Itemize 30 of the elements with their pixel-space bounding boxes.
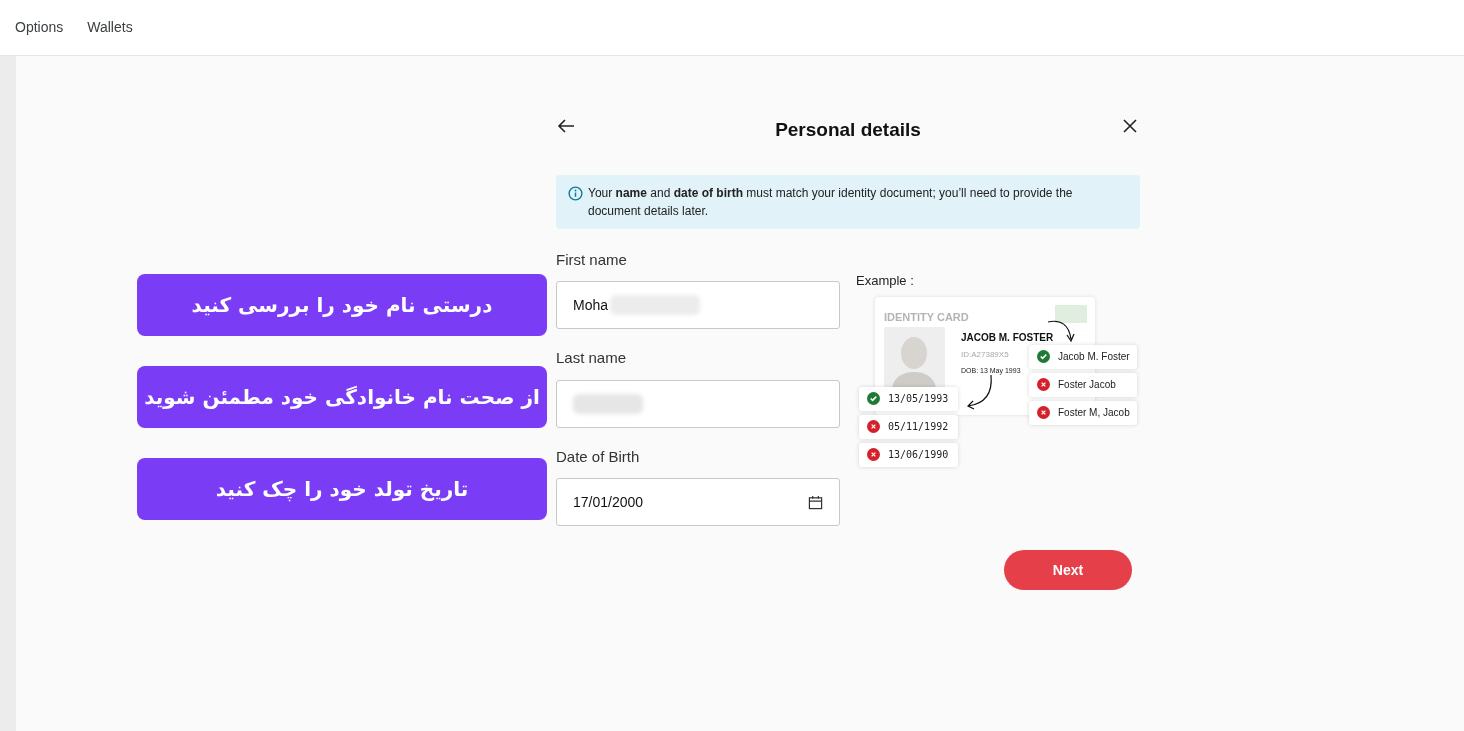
text-field[interactable] (556, 379, 840, 428)
card-id: ID:A27389X5 (961, 348, 1009, 361)
field-label: Last name (556, 348, 628, 368)
text-field[interactable]: Moha (556, 281, 840, 329)
card-name: JACOB M. FOSTER (961, 330, 1054, 345)
next-button[interactable]: Next (1004, 550, 1132, 590)
card-title: IDENTITY CARD (884, 309, 969, 325)
field-label: First name (556, 249, 628, 270)
example-label: Example : (856, 271, 914, 290)
info-icon (568, 185, 583, 201)
nav-link[interactable]: Wallets (87, 17, 133, 38)
option-text: Jacob M. Foster (1058, 350, 1130, 364)
option-text: Foster M, Jacob (1058, 406, 1130, 420)
field-value: 17/01/2000 (573, 492, 644, 512)
option-text: 13/05/1993 (888, 392, 949, 406)
option-text: 13/06/1990 (888, 448, 949, 462)
notice-text: Your name and date of birth must match your identity document; you’ll need to provide the document details later. (588, 184, 1074, 220)
annotation-label: درستی نام خود را بررسی کنید (137, 274, 547, 336)
field-label: Date of Birth (556, 446, 641, 467)
option-text: Foster Jacob (1058, 378, 1116, 392)
field-value: Moha (573, 295, 609, 315)
annotation-label: از صحت نام خانوادگی خود مطمئن شوید (137, 366, 547, 428)
date-field[interactable]: 17/01/2000 (556, 478, 840, 526)
annotation-label: تاریخ تولد خود را چک کنید (137, 458, 547, 520)
curved-arrow-icon (965, 373, 995, 410)
flag-icon (1055, 304, 1087, 323)
calendar-icon[interactable] (808, 494, 823, 510)
option-text: 05/11/1992 (888, 420, 949, 434)
nav-link[interactable]: Options (15, 17, 64, 38)
dialog-title: Personal details (775, 118, 921, 142)
